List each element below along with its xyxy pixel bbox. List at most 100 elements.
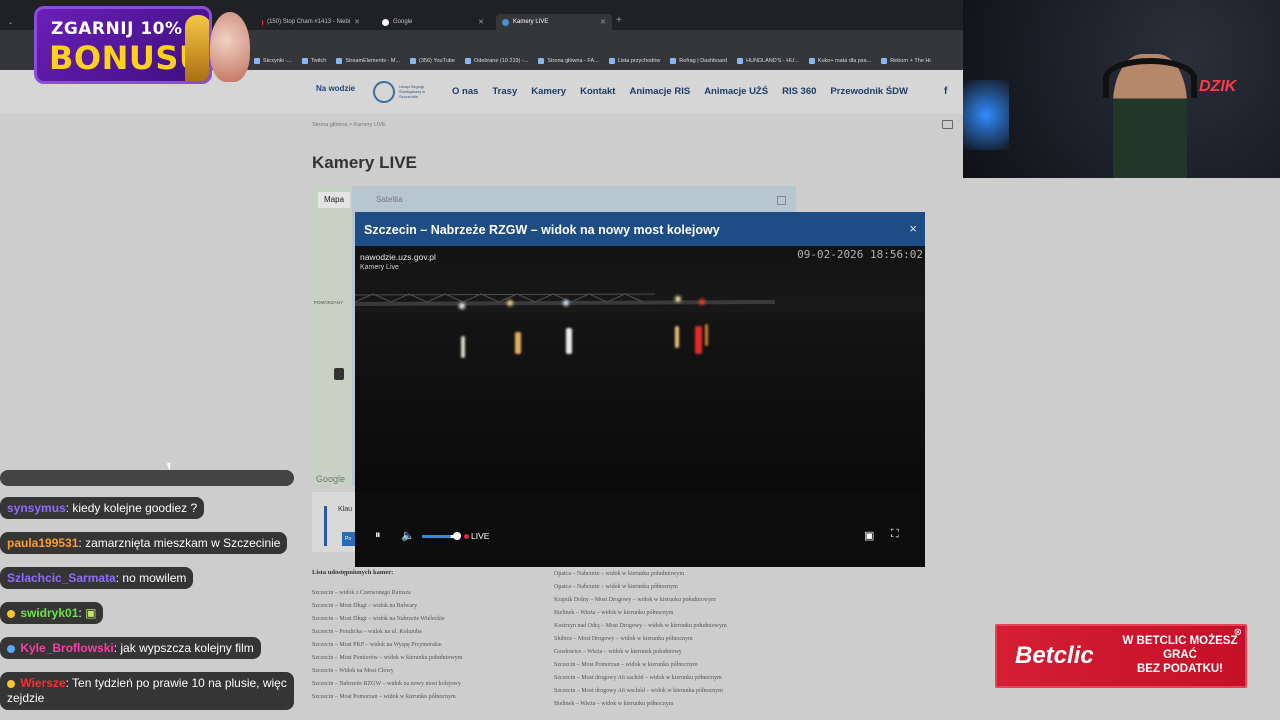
bookmark-item[interactable]: HUNDLAND'S - HU... [737,58,799,64]
map-fullscreen-icon[interactable] [777,196,786,205]
bookmark-item[interactable]: Reborn + The Hi [881,58,931,64]
page-title: Kamery LIVE [312,153,417,172]
camera-link[interactable]: Bielinek – Wieża – widok w kierunku półn… [554,698,727,711]
bookmark-favicon-icon [881,58,888,64]
map-tab-satelita[interactable]: Satelita [370,192,409,208]
bookmark-item[interactable]: Odebrane (10 219) -... [464,58,528,64]
camera-link[interactable]: Gozdowice – Wieża – widok w kierunek poł… [554,646,727,659]
camera-link[interactable]: Słubice – Most Drogowy – widok w kierunk… [554,633,727,646]
bookmark-item[interactable]: Twitch [301,58,326,64]
bookmark-label: Strona główna - FA... [547,58,599,64]
bookmark-item[interactable]: Refrag | Dashboard [670,58,727,64]
bookmark-item[interactable]: StreamElements - M... [336,58,400,64]
bookmark-label: Skrzynki -... [263,58,292,64]
volume-level [422,535,451,538]
camera-link[interactable]: Bielinek – Wieża – widok w kierunku półn… [554,607,727,620]
bridge-light [675,296,681,302]
breadcrumb[interactable]: Strona główna > Kamery LIVE [312,122,386,128]
bookmark-favicon-icon [254,58,260,64]
camera-link[interactable]: Szczecin – Most drogowy A6 zachód – wido… [554,672,727,685]
bookmark-favicon-icon [608,58,615,64]
browser-tab-active[interactable]: Kamery LIVE ✕ [496,14,612,30]
menu-item-ris-360[interactable]: RIS 360 [782,86,816,97]
modal-header: Szczecin – Nabrzeże RZGW – widok na nowy… [355,212,925,246]
live-dot-icon [464,534,469,539]
main-menu: O nas Trasy Kamery Kontakt Animacje RIS … [452,86,908,97]
print-icon[interactable] [942,120,953,129]
chat-message-cut [0,470,294,486]
na-wodzie-logo[interactable]: Na wodzie [316,84,355,93]
video-timestamp: 09-02-2026 18:56:02 [797,248,923,261]
bookmark-favicon-icon [808,58,815,64]
bridge-light [699,299,705,305]
facebook-icon[interactable]: f [944,86,947,97]
browser-tab[interactable]: Google ✕ [376,14,490,30]
menu-item-animacje-ris[interactable]: Animacje RIS [629,86,690,97]
map-place-label: POMORZANY [314,300,344,305]
menu-item-animacje-uzs[interactable]: Animacje UŻŚ [704,86,768,97]
bookmark-item[interactable]: (356) YouTube [410,58,455,64]
card-text: Klau [338,506,353,513]
close-tab-icon[interactable]: ✕ [600,18,606,26]
bookmark-favicon-icon [538,58,545,64]
chat-message: Wiersze: Ten tydzień po prawie 10 na plu… [0,672,294,710]
pause-icon[interactable]: ⏸ [375,529,381,542]
badge-icon [7,609,15,618]
video-water [355,312,925,492]
badge-icon [7,644,15,653]
ad-fine-print [1113,668,1241,682]
new-tab-icon[interactable]: + [616,15,622,26]
volume-knob[interactable] [453,532,461,540]
menu-item-trasy[interactable]: Trasy [492,86,517,97]
light-reflection [566,328,572,354]
bookmark-favicon-icon [464,58,471,64]
bookmark-favicon-icon [336,58,343,64]
close-icon[interactable]: × [909,221,917,236]
light-reflection [675,326,679,348]
uzs-emblem-icon[interactable] [373,81,395,103]
menu-item-o-nas[interactable]: O nas [452,86,478,97]
close-tab-icon[interactable]: ✕ [354,18,360,26]
headphones-icon [1103,58,1197,98]
menu-item-kontakt[interactable]: Kontakt [580,86,615,97]
tab-label: Google [393,19,413,25]
bookmark-favicon-icon [737,58,744,64]
chat-text: jak wypszcza kolejny film [120,641,254,655]
tab-label: Kamery LIVE [513,19,549,25]
bookmark-item[interactable]: Skrzynki -... [254,58,292,64]
bookmark-label: HUNDLAND'S - HU... [746,58,799,64]
streamer-webcam: DZIK [963,0,1280,178]
close-tab-icon[interactable]: ✕ [478,18,484,26]
camera-link[interactable]: Opatca – Nabrzeże – widok w kierunku pół… [554,581,727,594]
fullscreen-icon[interactable]: ⛶ [891,528,899,541]
camera-link[interactable]: Szczecin – Most Pomorzan – widok w kieru… [554,659,727,672]
live-video[interactable]: nawodzie.uzs.gov.pl Kamery Live 09-02-20… [355,246,925,567]
camera-link[interactable]: Krajnik Dolny – Most Drogowy – widok w k… [554,594,727,607]
ad-close-icon[interactable]: ⊗ [1234,627,1242,638]
browser-tab[interactable]: (150) Stop Cham #1413 - Niebi ✕ [256,14,366,30]
tab-list-icon[interactable]: ⌄ [2,14,19,30]
live-label: LIVE [471,531,490,541]
betclic-ad[interactable]: Betclic W BETCLIC MOŻESZ GRAĆ BEZ PODATK… [995,624,1247,688]
volume-icon[interactable]: 🔈 [401,529,415,542]
camera-link[interactable]: Kostrzyn nad Odrą – Most Drogowy – widok… [554,620,727,633]
bookmark-label: Lista przychodów [617,58,661,64]
bookmark-item[interactable]: Lista przychodów [608,58,661,64]
map-tab-mapa[interactable]: Mapa [318,192,351,208]
camera-link[interactable]: Opatca – Nabrzeże – widok w kierunku poł… [554,568,727,581]
camera-link[interactable]: Szczecin – Most drogowy A6 wschód – wido… [554,685,727,698]
stream-chat: synsymus: kiedy kolejne goodiez ? paula1… [0,470,340,720]
chat-message: swidryk01: ▣ [0,602,104,624]
bookmark-item[interactable]: Kuko+ mata dla psa... [808,58,871,64]
trophy-figure-icon [185,15,209,81]
bookmark-label: Refrag | Dashboard [679,58,728,64]
camera-pin-icon[interactable] [334,368,344,380]
menu-item-przewodnik[interactable]: Przewodnik ŚDW [830,86,908,97]
betclic-logo: Betclic [1015,642,1094,669]
volume-slider[interactable] [422,535,456,538]
bookmark-item[interactable]: Strona główna - FA... [538,58,599,64]
menu-item-kamery[interactable]: Kamery [531,86,566,97]
picture-in-picture-icon[interactable]: ▣ [864,529,874,542]
bookmark-label: StreamElements - M... [345,58,401,64]
light-reflection [705,324,708,346]
